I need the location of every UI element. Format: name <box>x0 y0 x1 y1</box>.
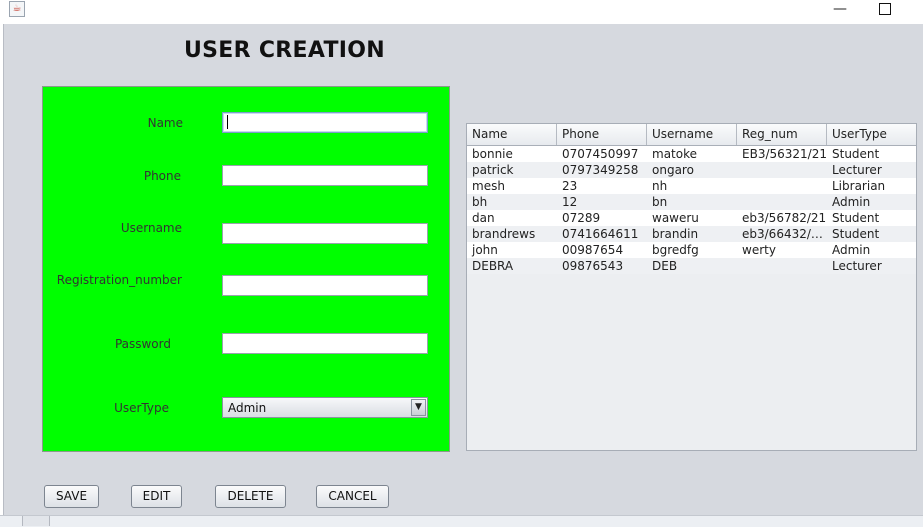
column-header-usertype[interactable]: UserType <box>827 124 916 145</box>
cell-username: DEB <box>652 259 678 273</box>
cell-username: matoke <box>652 147 697 161</box>
table-row[interactable]: bonnie 0707450997 matoke EB3/56321/21 St… <box>467 146 916 162</box>
user-form-panel: Name Phone Username Registration_number … <box>42 86 450 452</box>
column-header-username[interactable]: Username <box>647 124 737 145</box>
cell-username: waweru <box>652 211 699 225</box>
cell-reg-num: werty <box>742 243 776 257</box>
cell-usertype: Lecturer <box>832 259 882 273</box>
resize-grip <box>22 516 50 526</box>
username-field[interactable] <box>222 223 428 244</box>
column-header-reg-num[interactable]: Reg_num <box>737 124 827 145</box>
cell-name: john <box>472 243 498 257</box>
cell-reg-num: eb3/56782/21 <box>742 211 827 225</box>
table-row[interactable]: dan 07289 waweru eb3/56782/21 Student <box>467 210 916 226</box>
name-label: Name <box>147 116 183 130</box>
table-row[interactable]: bh 12 bn Admin <box>467 194 916 210</box>
cell-name: mesh <box>472 179 505 193</box>
cell-phone: 07289 <box>562 211 601 225</box>
password-field[interactable] <box>222 333 428 354</box>
table-header: Name Phone Username Reg_num UserType <box>467 124 916 146</box>
page-title: USER CREATION <box>184 38 385 63</box>
java-app-icon: ☕ <box>9 1 25 17</box>
table-row[interactable]: mesh 23 nh Librarian <box>467 178 916 194</box>
cell-phone: 00987654 <box>562 243 624 257</box>
cell-username: bgredfg <box>652 243 699 257</box>
registration-number-field[interactable] <box>222 275 428 296</box>
username-label: Username <box>120 221 182 235</box>
usertype-label: UserType <box>114 401 169 415</box>
usertype-select[interactable]: Admin ▼ <box>222 397 428 418</box>
cell-usertype: Admin <box>832 195 871 209</box>
cell-phone: 23 <box>562 179 578 193</box>
phone-label: Phone <box>143 169 181 183</box>
cell-usertype: Student <box>832 211 880 225</box>
delete-button[interactable]: DELETE <box>215 485 286 508</box>
chevron-down-icon[interactable]: ▼ <box>411 399 426 416</box>
column-header-name[interactable]: Name <box>467 124 557 145</box>
table-row[interactable]: brandrews 0741664611 brandin eb3/66432/2… <box>467 226 916 242</box>
cell-reg-num <box>737 178 827 194</box>
column-header-phone[interactable]: Phone <box>557 124 647 145</box>
phone-field[interactable] <box>222 165 428 186</box>
maximize-icon[interactable] <box>879 3 891 15</box>
text-caret <box>227 115 228 129</box>
minimize-icon[interactable]: — <box>830 2 850 18</box>
edit-button[interactable]: EDIT <box>131 485 182 508</box>
cell-phone: 12 <box>562 195 578 209</box>
table-row[interactable]: DEBRA 09876543 DEB Lecturer <box>467 258 916 274</box>
cell-usertype: Lecturer <box>832 163 882 177</box>
cell-name: dan <box>472 211 495 225</box>
registration-number-label: Registration_number <box>56 273 182 287</box>
cell-username: bn <box>652 195 668 209</box>
cell-usertype: Librarian <box>832 179 886 193</box>
cancel-button[interactable]: CANCEL <box>316 485 389 508</box>
cell-reg-num <box>737 162 827 178</box>
table-row[interactable]: john 00987654 bgredfg werty Admin <box>467 242 916 258</box>
table-row[interactable]: patrick 0797349258 ongaro Lecturer <box>467 162 916 178</box>
cell-name: patrick <box>472 163 514 177</box>
cell-reg-num <box>737 194 827 210</box>
cell-phone: 09876543 <box>562 259 624 273</box>
cell-name: brandrews <box>472 227 536 241</box>
cell-name: DEBRA <box>472 259 514 273</box>
cell-usertype: Admin <box>832 243 871 257</box>
name-field[interactable] <box>222 112 428 133</box>
cell-name: bonnie <box>472 147 513 161</box>
cell-username: brandin <box>652 227 699 241</box>
cell-reg-num <box>737 258 827 274</box>
cell-reg-num: EB3/56321/21 <box>742 147 827 161</box>
cell-usertype: Student <box>832 147 880 161</box>
save-button[interactable]: SAVE <box>44 485 99 508</box>
cell-phone: 0741664611 <box>562 227 639 241</box>
window-border <box>3 24 4 526</box>
cell-phone: 0797349258 <box>562 163 639 177</box>
title-bar: ☕ — <box>0 0 923 24</box>
users-table[interactable]: Name Phone Username Reg_num UserType bon… <box>466 123 917 451</box>
cell-username: nh <box>652 179 668 193</box>
cell-usertype: Student <box>832 227 880 241</box>
cell-reg-num: eb3/66432/2... <box>742 227 827 241</box>
window-bottom-edge <box>0 515 923 527</box>
password-label: Password <box>114 337 171 351</box>
cell-phone: 0707450997 <box>562 147 639 161</box>
cell-username: ongaro <box>652 163 694 177</box>
cell-name: bh <box>472 195 488 209</box>
usertype-selected-value: Admin <box>228 401 267 415</box>
